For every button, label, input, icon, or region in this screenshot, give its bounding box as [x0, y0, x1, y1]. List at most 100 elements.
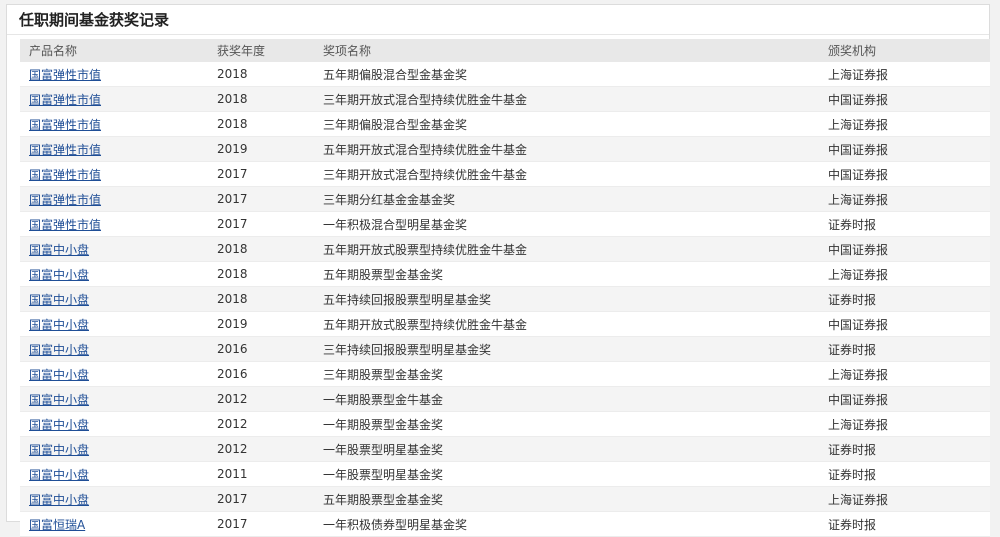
- cell-product-name: 国富弹性市值: [20, 212, 217, 237]
- fund-link[interactable]: 国富中小盘: [29, 443, 89, 457]
- cell-awarding-body: 上海证券报: [828, 417, 889, 432]
- table-row: 国富中小盘 2016 三年期股票型金基金奖 上海证券报: [20, 361, 990, 387]
- fund-link[interactable]: 国富中小盘: [29, 493, 89, 507]
- cell-award-name: 五年持续回报股票型明星基金奖: [323, 292, 492, 307]
- cell-award-name: 一年股票型明星基金奖: [323, 467, 444, 482]
- cell-product-name: 国富中小盘: [20, 237, 217, 262]
- cell-product-name: 国富中小盘: [20, 387, 217, 412]
- cell-award-name: 一年积极混合型明星基金奖: [323, 217, 468, 232]
- cell-awarding-body: 中国证券报: [828, 392, 889, 407]
- cell-product-name: 国富中小盘: [20, 337, 217, 362]
- cell-award-name: 三年期股票型金基金奖: [323, 367, 444, 382]
- table-header-row: 产品名称 获奖年度 奖项名称 颁奖机构: [20, 39, 990, 62]
- table-row: 国富弹性市值 2017 三年期开放式混合型持续优胜金牛基金 中国证券报: [20, 161, 990, 187]
- cell-award-year: 2012: [217, 392, 248, 406]
- cell-award-year: 2018: [217, 292, 248, 306]
- cell-product-name: 国富弹性市值: [20, 137, 217, 162]
- cell-award-name: 五年期开放式股票型持续优胜金牛基金: [323, 242, 528, 257]
- cell-award-name: 三年期分红基金金基金奖: [323, 192, 456, 207]
- fund-link[interactable]: 国富弹性市值: [29, 218, 101, 232]
- cell-product-name: 国富弹性市值: [20, 62, 217, 87]
- fund-link[interactable]: 国富中小盘: [29, 243, 89, 257]
- cell-award-year: 2019: [217, 142, 248, 156]
- fund-link[interactable]: 国富中小盘: [29, 318, 89, 332]
- cell-award-year: 2018: [217, 67, 248, 81]
- table-row: 国富中小盘 2018 五年持续回报股票型明星基金奖 证券时报: [20, 286, 990, 312]
- cell-award-name: 一年积极债券型明星基金奖: [323, 517, 468, 532]
- fund-link[interactable]: 国富弹性市值: [29, 168, 101, 182]
- table-row: 国富弹性市值 2017 一年积极混合型明星基金奖 证券时报: [20, 211, 990, 237]
- fund-link[interactable]: 国富弹性市值: [29, 118, 101, 132]
- cell-award-name: 五年期开放式股票型持续优胜金牛基金: [323, 317, 528, 332]
- cell-award-name: 一年期股票型金牛基金: [323, 392, 444, 407]
- cell-award-name: 三年持续回报股票型明星基金奖: [323, 342, 492, 357]
- fund-link[interactable]: 国富弹性市值: [29, 93, 101, 107]
- fund-link[interactable]: 国富中小盘: [29, 468, 89, 482]
- cell-award-name: 三年期开放式混合型持续优胜金牛基金: [323, 167, 528, 182]
- cell-product-name: 国富弹性市值: [20, 87, 217, 112]
- table-row: 国富弹性市值 2018 三年期开放式混合型持续优胜金牛基金 中国证券报: [20, 86, 990, 112]
- cell-awarding-body: 上海证券报: [828, 367, 889, 382]
- title-divider: [7, 34, 989, 35]
- cell-award-name: 三年期开放式混合型持续优胜金牛基金: [323, 92, 528, 107]
- cell-awarding-body: 上海证券报: [828, 67, 889, 82]
- header-award-name: 奖项名称: [323, 44, 372, 58]
- table-row: 国富中小盘 2019 五年期开放式股票型持续优胜金牛基金 中国证券报: [20, 311, 990, 337]
- cell-awarding-body: 上海证券报: [828, 192, 889, 207]
- cell-award-name: 五年期股票型金基金奖: [323, 492, 444, 507]
- cell-awarding-body: 证券时报: [828, 342, 877, 357]
- cell-award-year: 2017: [217, 517, 248, 531]
- fund-link[interactable]: 国富中小盘: [29, 268, 89, 282]
- fund-link[interactable]: 国富弹性市值: [29, 68, 101, 82]
- fund-link[interactable]: 国富中小盘: [29, 343, 89, 357]
- cell-award-year: 2016: [217, 367, 248, 381]
- awards-table: 产品名称 获奖年度 奖项名称 颁奖机构 国富弹性市值 2018 五年期偏股混合型金基…: [20, 39, 990, 537]
- fund-link[interactable]: 国富弹性市值: [29, 193, 101, 207]
- cell-awarding-body: 上海证券报: [828, 267, 889, 282]
- cell-product-name: 国富中小盘: [20, 437, 217, 462]
- table-row: 国富中小盘 2012 一年股票型明星基金奖 证券时报: [20, 436, 990, 462]
- cell-product-name: 国富弹性市值: [20, 162, 217, 187]
- cell-award-year: 2017: [217, 167, 248, 181]
- fund-link[interactable]: 国富弹性市值: [29, 143, 101, 157]
- table-row: 国富弹性市值 2017 三年期分红基金金基金奖 上海证券报: [20, 186, 990, 212]
- cell-awarding-body: 证券时报: [828, 442, 877, 457]
- cell-product-name: 国富弹性市值: [20, 187, 217, 212]
- cell-product-name: 国富中小盘: [20, 362, 217, 387]
- table-row: 国富中小盘 2017 五年期股票型金基金奖 上海证券报: [20, 486, 990, 512]
- cell-awarding-body: 证券时报: [828, 292, 877, 307]
- fund-link[interactable]: 国富中小盘: [29, 293, 89, 307]
- table-row: 国富恒瑞A 2017 一年积极债券型明星基金奖 证券时报: [20, 511, 990, 537]
- cell-product-name: 国富中小盘: [20, 412, 217, 437]
- cell-award-year: 2016: [217, 342, 248, 356]
- table-row: 国富中小盘 2016 三年持续回报股票型明星基金奖 证券时报: [20, 336, 990, 362]
- cell-awarding-body: 上海证券报: [828, 117, 889, 132]
- cell-award-year: 2019: [217, 317, 248, 331]
- cell-awarding-body: 证券时报: [828, 517, 877, 532]
- fund-link[interactable]: 国富中小盘: [29, 368, 89, 382]
- fund-link[interactable]: 国富中小盘: [29, 418, 89, 432]
- cell-product-name: 国富中小盘: [20, 312, 217, 337]
- cell-award-year: 2018: [217, 92, 248, 106]
- cell-product-name: 国富中小盘: [20, 262, 217, 287]
- cell-award-year: 2017: [217, 217, 248, 231]
- cell-awarding-body: 中国证券报: [828, 317, 889, 332]
- cell-awarding-body: 中国证券报: [828, 92, 889, 107]
- cell-award-name: 五年期偏股混合型金基金奖: [323, 67, 468, 82]
- table-row: 国富弹性市值 2018 五年期偏股混合型金基金奖 上海证券报: [20, 62, 990, 87]
- table-row: 国富弹性市值 2018 三年期偏股混合型金基金奖 上海证券报: [20, 111, 990, 137]
- header-product-name: 产品名称: [29, 44, 78, 58]
- header-awarding-body: 颁奖机构: [828, 44, 877, 58]
- cell-award-year: 2017: [217, 492, 248, 506]
- cell-awarding-body: 中国证券报: [828, 142, 889, 157]
- cell-awarding-body: 上海证券报: [828, 492, 889, 507]
- cell-awarding-body: 证券时报: [828, 217, 877, 232]
- fund-link[interactable]: 国富恒瑞A: [29, 518, 85, 532]
- cell-award-name: 五年期开放式混合型持续优胜金牛基金: [323, 142, 528, 157]
- cell-award-year: 2018: [217, 242, 248, 256]
- fund-link[interactable]: 国富中小盘: [29, 393, 89, 407]
- table-row: 国富中小盘 2012 一年期股票型金牛基金 中国证券报: [20, 386, 990, 412]
- panel-title: 任职期间基金获奖记录: [19, 11, 170, 29]
- table-row: 国富中小盘 2011 一年股票型明星基金奖 证券时报: [20, 461, 990, 487]
- cell-product-name: 国富恒瑞A: [20, 512, 217, 537]
